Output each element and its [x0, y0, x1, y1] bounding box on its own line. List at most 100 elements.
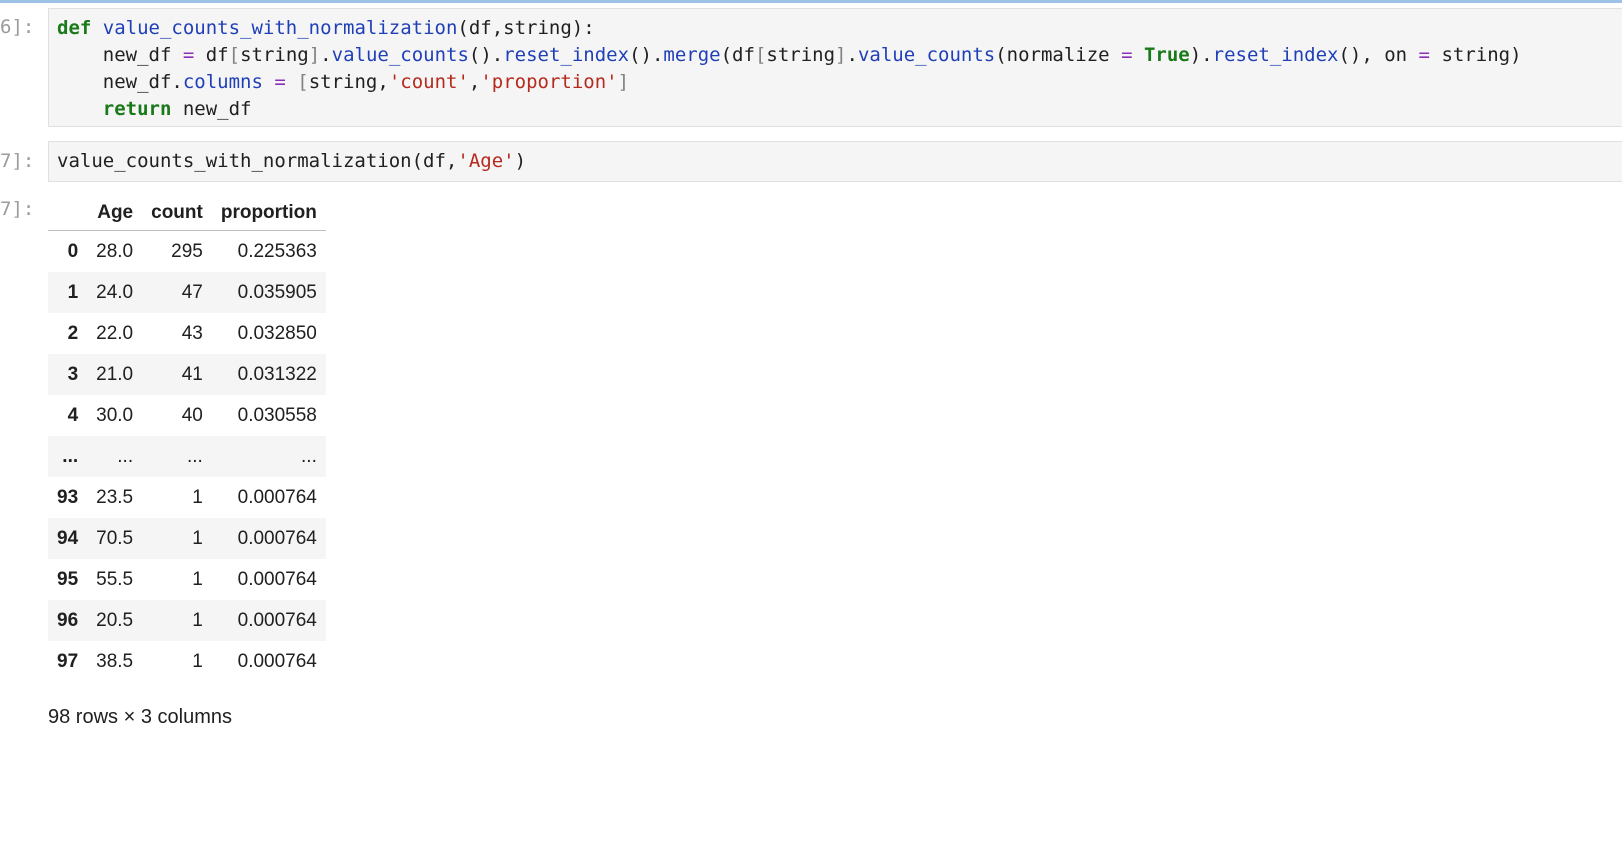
code-token: value_counts: [857, 44, 996, 66]
cell-age: 70.5: [96, 527, 134, 549]
cell-age: 24.0: [96, 281, 134, 303]
code-token: ().: [468, 44, 504, 66]
code-token: new_df.: [57, 71, 183, 93]
table-row: 1 24.0 47 0.035905: [48, 272, 326, 313]
code-token: True: [1143, 44, 1190, 66]
dataframe-output: Age count proportion 0 28.0 295 0.225363 1 24…: [48, 196, 326, 682]
cell-age: 23.5: [96, 486, 134, 508]
cell-prompt-37-output: 7]:: [0, 198, 35, 220]
code-line: return new_df: [57, 96, 1622, 123]
table-row: 0 28.0 295 0.225363: [48, 231, 326, 273]
cell-count: 1: [192, 650, 203, 672]
table-row: 94 70.5 1 0.000764: [48, 518, 326, 559]
cell-proportion: 0.035905: [237, 281, 317, 303]
code-token: (normalize: [995, 44, 1122, 66]
code-token: string: [766, 44, 836, 66]
code-token: (df: [720, 44, 755, 66]
code-token: df: [194, 44, 229, 66]
cell-proportion: 0.000764: [237, 568, 317, 590]
code-token: ): [514, 150, 527, 172]
code-token: value_counts_with_normalization: [102, 17, 458, 39]
table-row: 95 55.5 1 0.000764: [48, 559, 326, 600]
code-token: value_counts_with_normalization(df,: [57, 150, 458, 172]
code-cell-call[interactable]: value_counts_with_normalization(df,'Age'…: [48, 141, 1622, 182]
cell-proportion: 0.031322: [237, 363, 317, 385]
code-token: (df,string):: [457, 17, 595, 39]
cell-prompt-36: 6]:: [0, 16, 35, 38]
table-row: 2 22.0 43 0.032850: [48, 313, 326, 354]
cell-count: 1: [192, 609, 203, 631]
table-header-row: Age count proportion: [48, 196, 326, 231]
code-token: return: [102, 98, 172, 120]
cell-proportion: 0.030558: [237, 404, 317, 426]
cell-age: 20.5: [96, 609, 134, 631]
cell-proportion: 0.000764: [237, 609, 317, 631]
row-index: 94: [57, 527, 79, 549]
code-token: value_counts: [331, 44, 469, 66]
code-token: new_df: [57, 44, 183, 66]
cell-count: 43: [181, 322, 203, 344]
column-header-count: count: [142, 196, 212, 231]
cell-proportion: 0.000764: [237, 527, 317, 549]
code-token: =: [1418, 44, 1430, 66]
code-token: [: [228, 44, 241, 66]
cell-age: 28.0: [96, 240, 134, 262]
code-token: ]: [617, 71, 630, 93]
row-index: ...: [62, 445, 79, 467]
table-row: ............: [48, 436, 326, 477]
cell-proportion: 0.000764: [237, 650, 317, 672]
code-token: [: [754, 44, 767, 66]
column-header-age: Age: [87, 196, 143, 231]
table-row: 3 21.0 41 0.031322: [48, 354, 326, 395]
code-cell-function-def[interactable]: def value_counts_with_normalization(df,s…: [48, 8, 1622, 127]
code-token: new_df: [171, 98, 252, 120]
row-index: 96: [57, 609, 79, 631]
row-index: 93: [57, 486, 79, 508]
active-cell-indicator: [0, 0, 1622, 3]
code-editor[interactable]: def value_counts_with_normalization(df,s…: [49, 15, 1622, 123]
code-token: ,: [468, 71, 481, 93]
cell-count: 1: [192, 527, 203, 549]
table-row: 93 23.5 1 0.000764: [48, 477, 326, 518]
code-token: ).: [1189, 44, 1213, 66]
cell-proportion: 0.225363: [237, 240, 317, 262]
row-index: 97: [57, 650, 79, 672]
cell-proportion: 0.032850: [237, 322, 317, 344]
code-token: 'count': [388, 71, 469, 93]
code-token: ().: [629, 44, 664, 66]
cell-age: 38.5: [96, 650, 134, 672]
code-token: columns: [182, 71, 263, 93]
table-row: 97 38.5 1 0.000764: [48, 641, 326, 682]
code-token: reset_index: [1212, 44, 1339, 66]
cell-age: ...: [117, 445, 134, 467]
code-line: def value_counts_with_normalization(df,s…: [57, 15, 1622, 42]
code-editor[interactable]: value_counts_with_normalization(df,'Age'…: [49, 148, 1622, 175]
cell-proportion: 0.000764: [237, 486, 317, 508]
code-token: 'proportion': [480, 71, 618, 93]
row-index: 2: [67, 322, 79, 344]
code-token: ]: [835, 44, 847, 66]
cell-count: 1: [192, 486, 203, 508]
cell-count: ...: [187, 445, 203, 467]
code-line: new_df.columns = [string,'count','propor…: [57, 69, 1622, 96]
code-token: =: [1121, 44, 1133, 66]
cell-count: 41: [181, 363, 203, 385]
row-index: 1: [67, 281, 79, 303]
code-token: (), on: [1338, 44, 1419, 66]
code-token: string): [1430, 44, 1522, 66]
code-token: reset_index: [503, 44, 630, 66]
table-row: 96 20.5 1 0.000764: [48, 600, 326, 641]
code-line: value_counts_with_normalization(df,'Age'…: [57, 148, 1622, 175]
cell-age: 21.0: [96, 363, 134, 385]
cell-count: 1: [192, 568, 203, 590]
cell-age: 30.0: [96, 404, 134, 426]
dataframe-shape: 98 rows × 3 columns: [48, 706, 232, 728]
code-token: ]: [308, 44, 321, 66]
row-index: 3: [67, 363, 79, 385]
column-header-proportion: proportion: [211, 196, 326, 231]
